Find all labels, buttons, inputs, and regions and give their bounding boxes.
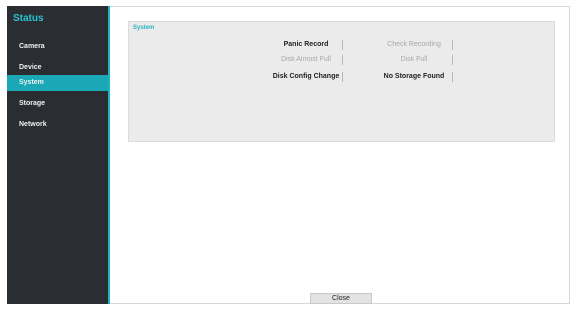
separator [342,72,343,82]
sidebar-item-storage[interactable]: Storage [7,96,108,112]
sidebar-item-camera[interactable]: Camera [7,39,108,55]
status-disk-full: Disk Full [400,56,428,63]
status-check-recording: Check Recording [387,41,441,48]
status-disk-almost-full: Disk Almost Full [281,56,331,63]
status-disk-config-change: Disk Config Change [272,73,340,80]
panel-title: System [133,25,155,31]
system-status-panel: System Panic Record Check Recording Disk… [128,21,555,142]
sidebar: Status Camera Device System Storage Netw… [7,6,110,304]
close-button[interactable]: Close [310,293,372,304]
status-panic-record: Panic Record [283,41,329,48]
separator [452,40,453,50]
separator [452,72,453,82]
separator [342,55,343,65]
sidebar-item-system[interactable]: System [7,75,108,91]
separator [342,40,343,50]
status-no-storage-found: No Storage Found [383,73,445,80]
separator [452,55,453,65]
sidebar-item-device[interactable]: Device [7,60,108,76]
sidebar-item-network[interactable]: Network [7,117,108,133]
sidebar-title: Status [13,13,44,24]
